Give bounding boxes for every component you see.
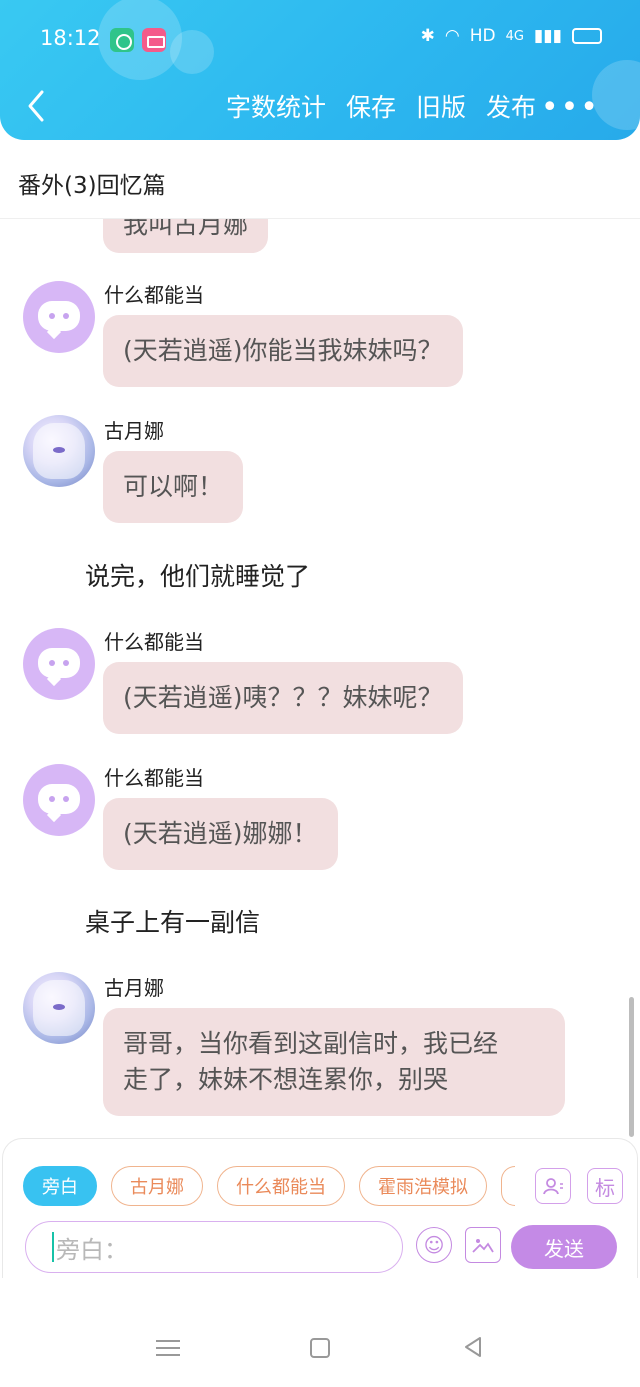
message-text: (天若逍遥)咦？？？妹妹呢？ bbox=[123, 683, 443, 712]
bluetooth-icon: ✱ bbox=[420, 26, 435, 46]
save-button[interactable]: 保存 bbox=[346, 88, 396, 124]
chapter-title[interactable]: 番外(3)回忆篇 bbox=[18, 166, 166, 200]
toolbar-actions: 字数统计 保存 旧版 发布 bbox=[226, 88, 536, 124]
message-bubble[interactable]: (天若逍遥)咦？？？妹妹呢？ bbox=[103, 662, 463, 734]
sender-name: 什么都能当 bbox=[104, 283, 204, 307]
person-icon bbox=[543, 1178, 563, 1195]
avatar-eye bbox=[63, 796, 69, 802]
picture-icon bbox=[472, 1239, 494, 1253]
avatar-eye bbox=[49, 796, 55, 802]
anime-girl-avatar-icon[interactable] bbox=[23, 972, 95, 1044]
avatar-eye bbox=[49, 313, 55, 319]
message-text: (天若逍遥)娜娜！ bbox=[123, 819, 318, 848]
menu-line bbox=[156, 1340, 180, 1342]
role-selector: 旁白 古月娜 什么都能当 霍雨浩模拟 bbox=[23, 1166, 515, 1206]
narration-text[interactable]: 说完，他们就睡觉了 bbox=[85, 557, 310, 593]
avatar-eye bbox=[49, 660, 55, 666]
recent-apps-icon[interactable] bbox=[156, 1338, 180, 1358]
app-header: 18:12 ✱ ◠ HD 4G ▮▮▮ 字数统计 保存 旧版 发布 ••• bbox=[0, 0, 640, 140]
role-chip-huoyuhao[interactable]: 霍雨浩模拟 bbox=[359, 1166, 487, 1206]
chat-bubble-avatar-icon[interactable] bbox=[23, 764, 95, 836]
menu-line bbox=[156, 1347, 180, 1349]
signal-label: 4G bbox=[505, 28, 524, 44]
message-bubble[interactable]: (天若逍遥)娜娜！ bbox=[103, 798, 338, 870]
message-input[interactable]: 旁白： bbox=[25, 1221, 403, 1273]
role-chip-guyuena[interactable]: 古月娜 bbox=[111, 1166, 203, 1206]
chat-bubble-avatar-icon[interactable] bbox=[23, 628, 95, 700]
story-editor-screen: 18:12 ✱ ◠ HD 4G ▮▮▮ 字数统计 保存 旧版 发布 ••• 番外… bbox=[0, 0, 640, 1387]
publish-button[interactable]: 发布 bbox=[486, 88, 536, 124]
send-button[interactable]: 发送 bbox=[511, 1225, 617, 1269]
message-text-line: 走了，妹妹不想连累你，别哭 bbox=[123, 1065, 449, 1094]
wifi-icon: ◠ bbox=[444, 26, 460, 46]
narration-text[interactable]: 桌子上有一副信 bbox=[85, 903, 260, 939]
message-text: (天若逍遥)你能当我妹妹吗？ bbox=[123, 336, 443, 365]
input-panel: 旁白 古月娜 什么都能当 霍雨浩模拟 标 旁白： ☺ 发送 bbox=[2, 1138, 638, 1278]
more-options-button[interactable]: ••• bbox=[541, 90, 600, 125]
input-placeholder: 旁白： bbox=[56, 1235, 128, 1264]
network-label: HD bbox=[469, 26, 496, 46]
status-icons: ✱ ◠ HD 4G ▮▮▮ bbox=[421, 26, 602, 46]
chat-area[interactable]: 我叫古月娜 什么都能当 (天若逍遥)你能当我妹妹吗？ 古月娜 可以啊！ 说完，他… bbox=[0, 219, 640, 1139]
message-text-line: 哥哥，当你看到这副信时，我已经 bbox=[123, 1029, 499, 1058]
message-text: 可以啊！ bbox=[123, 472, 224, 501]
menu-line bbox=[156, 1354, 180, 1356]
chapter-bar: 番外(3)回忆篇 bbox=[0, 140, 640, 219]
battery-icon bbox=[572, 28, 602, 44]
role-chip-shenme[interactable]: 什么都能当 bbox=[217, 1166, 345, 1206]
decor-bubble bbox=[170, 30, 214, 74]
avatar-eye bbox=[63, 660, 69, 666]
chat-scrollbar[interactable] bbox=[629, 997, 634, 1137]
word-count-button[interactable]: 字数统计 bbox=[226, 88, 326, 124]
message-bubble[interactable]: 可以啊！ bbox=[103, 451, 244, 523]
avatar-eye bbox=[63, 313, 69, 319]
home-icon[interactable] bbox=[310, 1338, 330, 1358]
text-cursor bbox=[52, 1232, 54, 1262]
system-navigation-bar bbox=[0, 1278, 640, 1387]
character-manager-icon[interactable] bbox=[535, 1168, 571, 1204]
sender-name: 什么都能当 bbox=[104, 630, 204, 654]
sender-name: 古月娜 bbox=[104, 976, 164, 1000]
message-bubble[interactable]: (天若逍遥)你能当我妹妹吗？ bbox=[103, 315, 463, 387]
signal-icon: ▮▮▮ bbox=[533, 26, 562, 46]
sender-name: 古月娜 bbox=[104, 419, 164, 443]
chat-app-icon bbox=[110, 28, 134, 52]
back-arrow-icon[interactable] bbox=[24, 88, 48, 124]
video-app-icon bbox=[142, 28, 166, 52]
back-triangle-icon[interactable] bbox=[462, 1336, 484, 1358]
role-chip-narrator[interactable]: 旁白 bbox=[23, 1166, 97, 1206]
chat-bubble-avatar-icon[interactable] bbox=[23, 281, 95, 353]
message-bubble-partial[interactable]: 我叫古月娜 bbox=[103, 219, 269, 253]
anime-girl-avatar-icon[interactable] bbox=[23, 415, 95, 487]
status-time: 18:12 bbox=[40, 26, 101, 50]
emoji-icon[interactable]: ☺ bbox=[416, 1227, 452, 1263]
message-bubble[interactable]: 哥哥，当你看到这副信时，我已经 走了，妹妹不想连累你，别哭 bbox=[103, 1008, 565, 1116]
role-chip-more[interactable] bbox=[501, 1166, 515, 1206]
sender-name: 什么都能当 bbox=[104, 766, 204, 790]
image-icon[interactable] bbox=[465, 1227, 501, 1263]
tag-button[interactable]: 标 bbox=[587, 1168, 623, 1204]
old-version-button[interactable]: 旧版 bbox=[416, 88, 466, 124]
message-text: 我叫古月娜 bbox=[123, 219, 249, 239]
